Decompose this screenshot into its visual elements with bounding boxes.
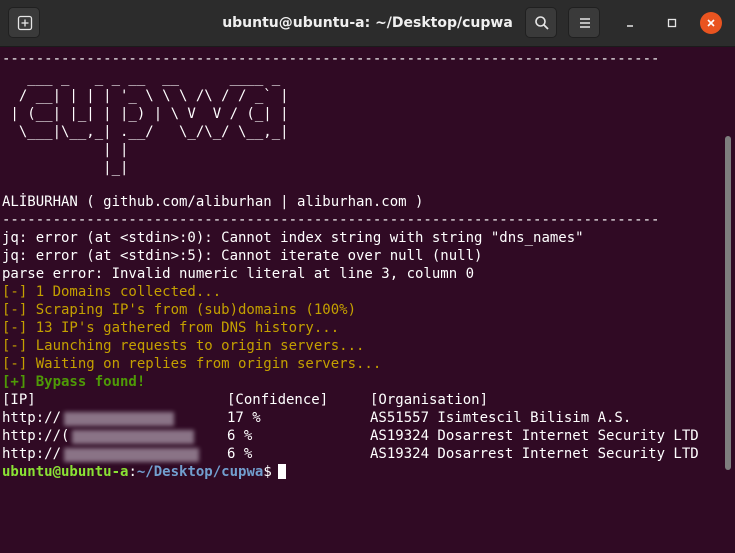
banner-line: ___ _ _ _ __ __ ____ _ — [2, 70, 289, 86]
row-ip: http:// — [2, 446, 62, 462]
redacted-ip — [64, 448, 199, 462]
terminal-scrollbar[interactable] — [725, 136, 731, 470]
row-confidence: 6 % — [227, 428, 253, 444]
banner-line: |_| — [2, 160, 129, 176]
separator-top: ----------------------------------------… — [2, 51, 660, 67]
row-ip: http://( — [2, 428, 70, 444]
redacted-ip — [64, 412, 174, 426]
banner-line: \___|\__,_| .__/ \_/\_/ \__,_| — [2, 124, 289, 140]
table-row: http:// 17 % AS51557 Isimtescil Bilisim … — [2, 409, 722, 427]
row-organisation: AS19324 Dosarrest Internet Security LTD — [370, 428, 699, 444]
banner-line: | (__| |_| | |_) | \ V V / (_| | — [2, 106, 289, 122]
progress-line: [-] Scraping IP's from (sub)domains (100… — [2, 302, 357, 318]
header-confidence: [Confidence] — [227, 392, 329, 408]
maximize-button[interactable] — [661, 12, 683, 34]
table-row: http:// 6 % AS19324 Dosarrest Internet S… — [2, 445, 722, 463]
separator-bottom: ----------------------------------------… — [2, 212, 660, 228]
redacted-ip — [72, 430, 194, 444]
table-header: [IP] [Confidence] [Organisation] — [2, 391, 722, 409]
prompt-user: ubuntu@ubuntu-a — [2, 464, 129, 480]
prompt-symbol: $ — [263, 464, 272, 480]
error-line: parse error: Invalid numeric literal at … — [2, 266, 475, 282]
row-confidence: 17 % — [227, 410, 261, 426]
terminal-output[interactable]: ----------------------------------------… — [0, 47, 725, 483]
row-organisation: AS19324 Dosarrest Internet Security LTD — [370, 446, 699, 462]
row-confidence: 6 % — [227, 446, 253, 462]
prompt-path: ~/Desktop/cupwa — [136, 464, 264, 480]
success-line: [+] Bypass found! — [2, 374, 146, 390]
progress-line: [-] Waiting on replies from origin serve… — [2, 356, 382, 372]
maximize-icon — [667, 18, 677, 28]
text-cursor — [277, 464, 286, 479]
banner-line: | | — [2, 142, 129, 158]
progress-line: [-] 13 IP's gathered from DNS history... — [2, 320, 340, 336]
row-organisation: AS51557 Isimtescil Bilisim A.S. — [370, 410, 632, 426]
close-button[interactable] — [700, 12, 722, 34]
shell-prompt[interactable]: ubuntu@ubuntu-a:~/Desktop/cupwa$ — [2, 463, 286, 481]
row-ip: http:// — [2, 410, 62, 426]
minimize-button[interactable] — [619, 12, 641, 34]
search-icon — [535, 16, 549, 30]
minimize-icon — [627, 25, 633, 27]
credit-line: ALİBURHAN ( github.com/aliburhan | alibu… — [2, 194, 424, 210]
error-line: jq: error (at <stdin>:5): Cannot iterate… — [2, 248, 483, 264]
close-icon — [707, 19, 715, 27]
header-organisation: [Organisation] — [370, 392, 489, 408]
hamburger-menu-icon — [580, 18, 590, 28]
search-button[interactable] — [525, 7, 557, 38]
title-bar: ubuntu@ubuntu-a: ~/Desktop/cupwa — [0, 0, 735, 47]
menu-button[interactable] — [568, 7, 600, 38]
header-ip: [IP] — [2, 392, 36, 408]
prompt-separator: : — [128, 464, 137, 480]
progress-line: [-] Launching requests to origin servers… — [2, 338, 365, 354]
progress-line: [-] 1 Domains collected... — [2, 284, 222, 300]
error-line: jq: error (at <stdin>:0): Cannot index s… — [2, 230, 584, 246]
banner-line: / __| | | | '_ \ \ \ /\ / / _` | — [2, 88, 289, 104]
table-row: http://( 6 % AS19324 Dosarrest Internet … — [2, 427, 722, 445]
